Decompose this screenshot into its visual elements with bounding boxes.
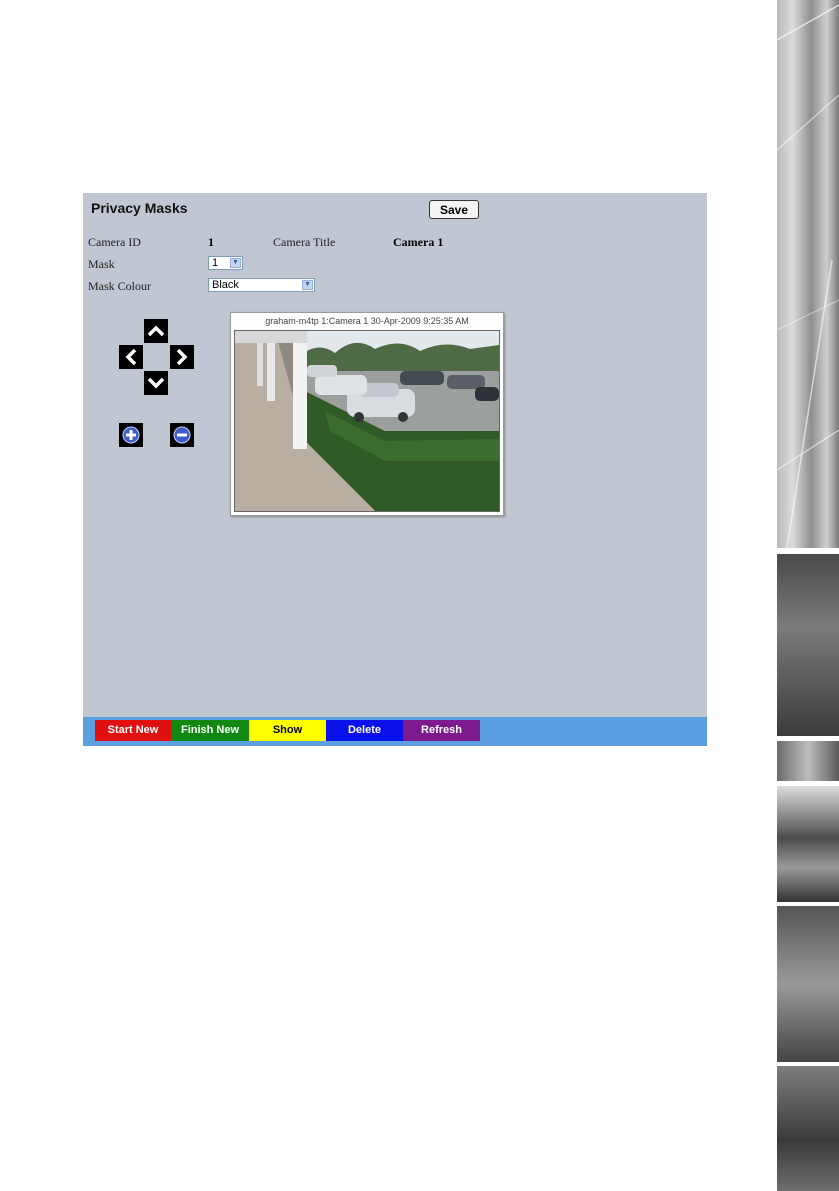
strip-segment	[777, 786, 839, 902]
zoom-out-button[interactable]	[170, 423, 194, 447]
pan-down-button[interactable]	[144, 371, 168, 395]
camera-feed-image[interactable]	[234, 330, 500, 512]
mask-colour-select[interactable]: Black ▼	[208, 278, 315, 292]
camera-title-label: Camera Title	[273, 235, 336, 249]
chevron-right-icon	[176, 348, 188, 366]
camera-title-value: Camera 1	[393, 235, 444, 249]
camera-view: graham-m4tp 1:Camera 1 30-Apr-2009 9:25:…	[230, 312, 504, 516]
pan-right-button[interactable]	[170, 345, 194, 369]
mask-colour-label: Mask Colour	[88, 279, 151, 293]
start-new-button[interactable]: Start New	[95, 720, 171, 741]
camera-id-value: 1	[208, 235, 214, 249]
strip-segment	[777, 741, 839, 781]
bottom-toolbar: Start New Finish New Show Delete Refresh	[83, 717, 707, 746]
page-title: Privacy Masks	[91, 200, 188, 216]
refresh-button[interactable]: Refresh	[403, 720, 480, 741]
zoom-out-icon	[173, 426, 191, 444]
chevron-down-icon[interactable]: ▼	[302, 280, 313, 290]
mask-select[interactable]: 1 ▼	[208, 256, 243, 270]
zoom-in-button[interactable]	[119, 423, 143, 447]
strip-segment	[777, 554, 839, 736]
camera-id-label: Camera ID	[88, 235, 141, 249]
finish-new-button[interactable]: Finish New	[171, 720, 249, 741]
chevron-down-icon	[147, 377, 165, 389]
strip-segment	[777, 1066, 839, 1191]
zoom-in-icon	[122, 426, 140, 444]
mask-select-value: 1	[212, 257, 219, 269]
camera-caption: graham-m4tp 1:Camera 1 30-Apr-2009 9:25:…	[265, 316, 469, 326]
delete-button[interactable]: Delete	[326, 720, 403, 741]
privacy-masks-panel: Privacy Masks Save Camera ID 1 Camera Ti…	[83, 193, 707, 746]
strip-streaks	[777, 4, 839, 548]
camera-scene	[235, 331, 499, 511]
decorative-side-strip	[777, 0, 839, 1191]
pan-left-button[interactable]	[119, 345, 143, 369]
strip-segment	[777, 906, 839, 1062]
save-button[interactable]: Save	[429, 200, 479, 219]
mask-colour-select-value: Black	[212, 279, 239, 291]
chevron-left-icon	[125, 348, 137, 366]
chevron-up-icon	[147, 325, 165, 337]
chevron-down-icon[interactable]: ▼	[230, 258, 241, 268]
show-button[interactable]: Show	[249, 720, 326, 741]
mask-label: Mask	[88, 257, 115, 271]
pan-up-button[interactable]	[144, 319, 168, 343]
